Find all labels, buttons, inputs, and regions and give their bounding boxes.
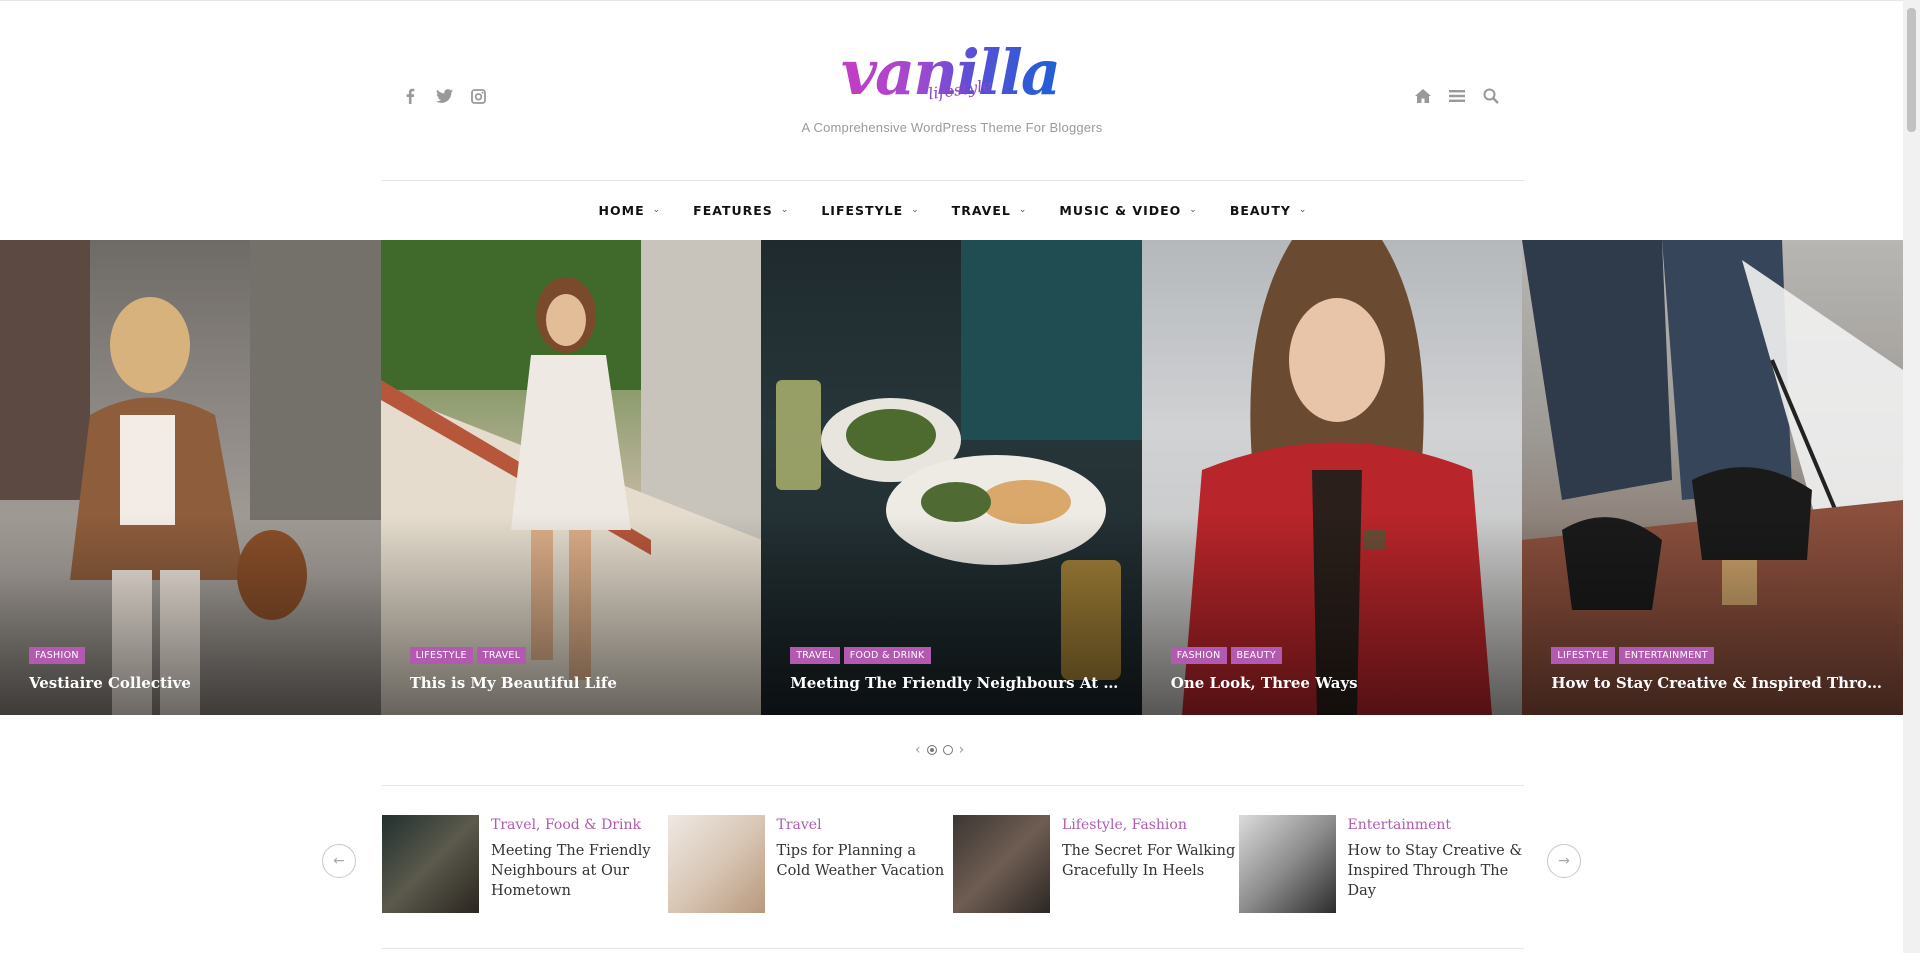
page: vanilla lifestyle A Comprehensive WordPr…: [0, 0, 1903, 953]
post-title[interactable]: Tips for Planning a Cold Weather Vacatio…: [777, 841, 954, 881]
nav-item-music-video[interactable]: MUSIC & VIDEO ⌄: [1059, 199, 1197, 221]
slider-next-arrow[interactable]: ›: [959, 742, 965, 758]
slide-title[interactable]: One Look, Three Ways: [1171, 674, 1507, 692]
top-border: [0, 0, 1903, 1]
category-badge[interactable]: TRAVEL: [790, 647, 840, 664]
category-badge[interactable]: LIFESTYLE: [1551, 647, 1615, 664]
carousel-next-button[interactable]: →: [1547, 844, 1581, 878]
post-thumbnail[interactable]: [667, 815, 765, 913]
slide-categories: LIFESTYLE TRAVEL: [409, 647, 527, 664]
nav-item-lifestyle[interactable]: LIFESTYLE ⌄: [821, 199, 919, 221]
post-category[interactable]: Travel, Food & Drink: [491, 817, 668, 833]
slider-controls: ‹ ›: [915, 742, 964, 758]
social-links: [400, 86, 488, 106]
slide[interactable]: FASHION BEAUTY One Look, Three Ways: [1141, 240, 1523, 715]
home-icon[interactable]: [1413, 86, 1433, 106]
nav-label: BEAUTY: [1229, 202, 1291, 218]
search-icon[interactable]: [1481, 86, 1501, 106]
nav-label: FEATURES: [693, 202, 773, 218]
carousel-post: Travel Tips for Planning a Cold Weather …: [667, 815, 954, 913]
nav-item-beauty[interactable]: BEAUTY ⌄: [1230, 199, 1308, 221]
section-divider: [382, 948, 1524, 949]
section-divider: [382, 785, 1524, 786]
category-badge[interactable]: ENTERTAINMENT: [1618, 647, 1714, 664]
slide-categories: FASHION: [29, 647, 85, 664]
post-thumbnail[interactable]: [953, 815, 1050, 913]
nav-label: MUSIC & VIDEO: [1059, 202, 1182, 218]
category-badge[interactable]: BEAUTY: [1230, 647, 1282, 664]
header-tools: [1413, 86, 1501, 106]
nav-item-features[interactable]: FEATURES ⌄: [693, 199, 789, 221]
post-text: Travel, Food & Drink Meeting The Friendl…: [491, 815, 668, 913]
category-badge[interactable]: LIFESTYLE: [409, 647, 473, 664]
nav-label: HOME: [598, 202, 645, 218]
site-logo[interactable]: vanilla lifestyle: [800, 38, 1100, 108]
chevron-down-icon: ⌄: [1298, 205, 1308, 215]
slide-title[interactable]: This is My Beautiful Life: [410, 674, 746, 692]
nav-label: LIFESTYLE: [821, 202, 904, 218]
slide[interactable]: FASHION Vestiaire Collective: [0, 240, 381, 715]
main-nav: HOME ⌄ FEATURES ⌄ LIFESTYLE ⌄ TRAVEL ⌄ MUSIC…: [382, 199, 1524, 221]
post-thumbnail[interactable]: [1238, 815, 1336, 913]
arrow-left-icon: ←: [333, 853, 345, 869]
twitter-icon[interactable]: [434, 86, 454, 106]
category-badge[interactable]: TRAVEL: [476, 647, 527, 664]
menu-icon[interactable]: [1447, 86, 1467, 106]
chevron-down-icon: ⌄: [780, 205, 790, 215]
post-category[interactable]: Entertainment: [1348, 817, 1525, 833]
slider-dot[interactable]: [942, 745, 953, 755]
chevron-down-icon: ⌄: [1189, 205, 1198, 215]
instagram-icon[interactable]: [468, 86, 488, 106]
slide[interactable]: LIFESTYLE TRAVEL This is My Beautiful Li…: [380, 240, 762, 715]
post-title[interactable]: The Secret For Walking Gracefully In Hee…: [1062, 841, 1239, 881]
carousel-post: Lifestyle, Fashion The Secret For Walkin…: [953, 815, 1239, 913]
category-badge[interactable]: FASHION: [1170, 647, 1227, 664]
chevron-down-icon: ⌄: [652, 205, 662, 215]
category-badge[interactable]: FASHION: [29, 647, 85, 664]
nav-label: TRAVEL: [951, 202, 1011, 218]
facebook-icon[interactable]: [400, 86, 420, 106]
post-category[interactable]: Travel: [777, 817, 954, 833]
slide-title[interactable]: Meeting The Friendly Neighbours At Our..…: [790, 674, 1126, 692]
post-text: Travel Tips for Planning a Cold Weather …: [777, 815, 954, 913]
carousel-post: Entertainment How to Stay Creative & Ins…: [1238, 815, 1525, 913]
scrollbar-thumb[interactable]: [1907, 8, 1916, 132]
slide[interactable]: TRAVEL FOOD & DRINK Meeting The Friendly…: [761, 240, 1142, 715]
arrow-right-icon: →: [1558, 853, 1570, 869]
featured-slider: FASHION Vestiaire Collective LIFESTYLE T…: [0, 240, 1903, 715]
slide[interactable]: LIFESTYLE ENTERTAINMENT How to Stay Crea…: [1522, 240, 1903, 715]
category-badge[interactable]: FOOD & DRINK: [843, 647, 931, 664]
scrollbar-track[interactable]: [1903, 0, 1920, 953]
chevron-down-icon: ⌄: [911, 205, 920, 215]
carousel-post: Travel, Food & Drink Meeting The Friendl…: [382, 815, 668, 913]
nav-item-travel[interactable]: TRAVEL ⌄: [952, 199, 1028, 221]
post-thumbnail[interactable]: [382, 815, 479, 913]
post-carousel: Travel, Food & Drink Meeting The Friendl…: [382, 815, 1524, 913]
slide-title[interactable]: How to Stay Creative & Inspired Through.…: [1551, 674, 1887, 692]
slider-dot[interactable]: [926, 745, 937, 755]
nav-item-home[interactable]: HOME ⌄: [599, 199, 662, 221]
post-title[interactable]: Meeting The Friendly Neighbours at Our H…: [491, 841, 668, 901]
slide-title[interactable]: Vestiaire Collective: [29, 674, 365, 692]
carousel-prev-button[interactable]: ←: [322, 844, 356, 878]
slider-prev-arrow[interactable]: ‹: [915, 742, 921, 758]
slide-categories: LIFESTYLE ENTERTAINMENT: [1551, 647, 1714, 664]
slide-categories: FASHION BEAUTY: [1170, 647, 1282, 664]
slide-categories: TRAVEL FOOD & DRINK: [790, 647, 931, 664]
post-category[interactable]: Lifestyle, Fashion: [1062, 817, 1239, 833]
chevron-down-icon: ⌄: [1018, 205, 1028, 215]
post-text: Entertainment How to Stay Creative & Ins…: [1348, 815, 1525, 913]
site-tagline: A Comprehensive WordPress Theme For Blog…: [801, 120, 1103, 135]
nav-divider: [382, 180, 1524, 181]
post-text: Lifestyle, Fashion The Secret For Walkin…: [1062, 815, 1239, 913]
post-title[interactable]: How to Stay Creative & Inspired Through …: [1348, 841, 1525, 901]
